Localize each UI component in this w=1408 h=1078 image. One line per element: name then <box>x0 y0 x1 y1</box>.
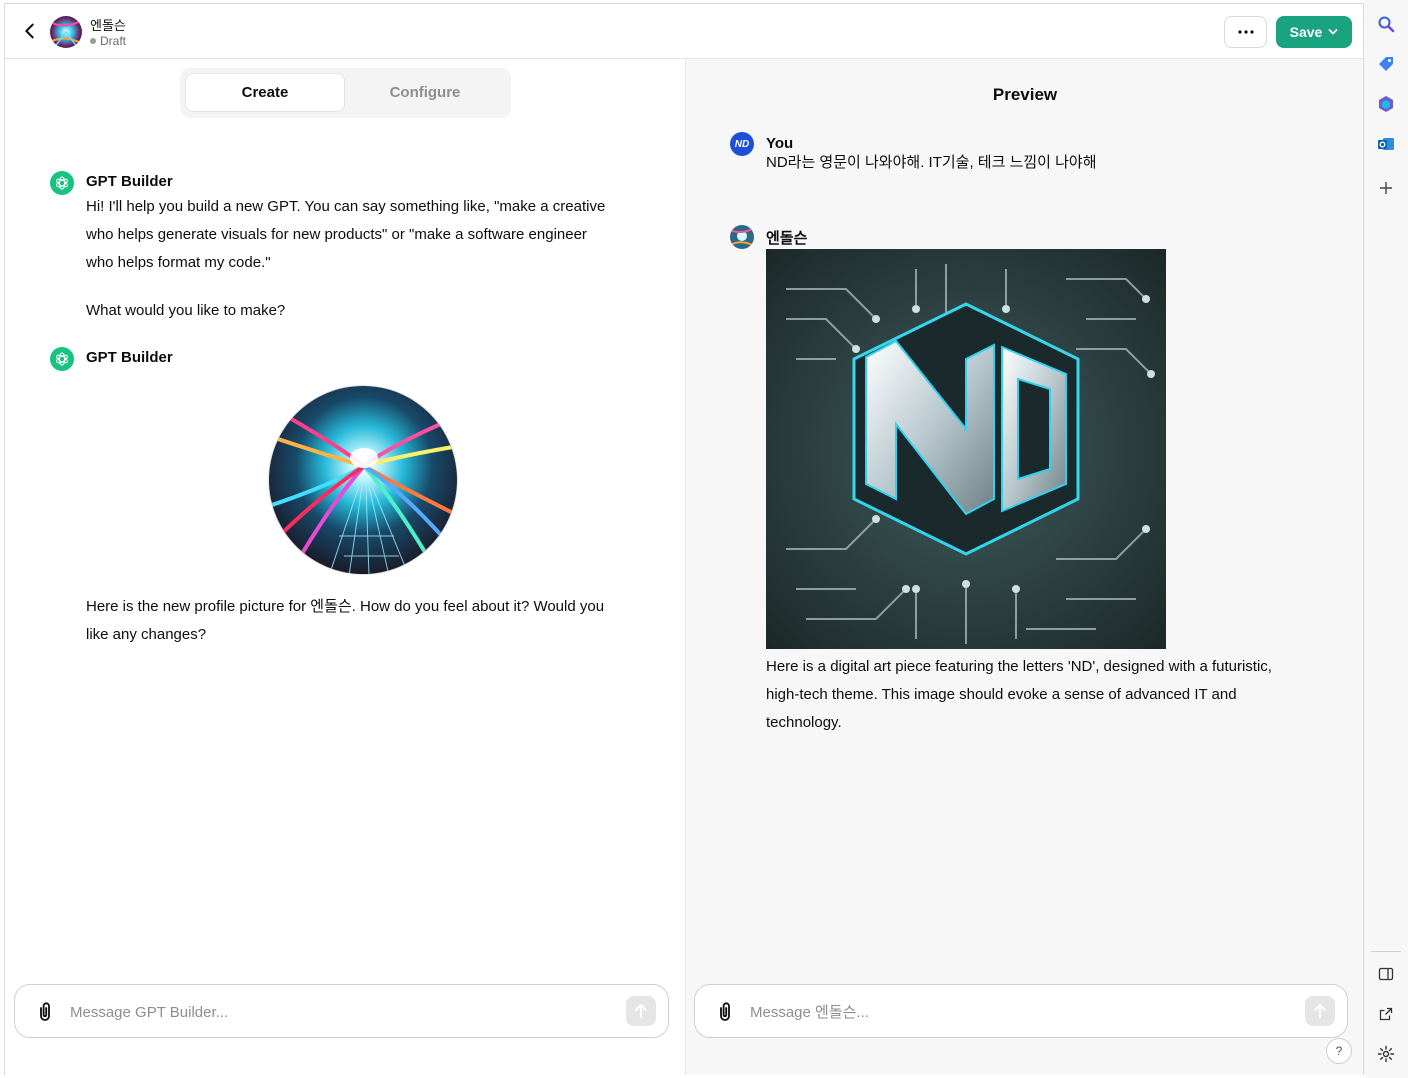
rail-sidebar-button[interactable] <box>1374 962 1398 986</box>
arrow-up-icon <box>635 1004 647 1018</box>
save-label: Save <box>1289 24 1323 40</box>
preview-title: Preview <box>992 85 1058 104</box>
settings-icon <box>1377 1045 1395 1063</box>
paperclip-icon <box>720 1002 730 1021</box>
message-line: Hi! I'll help you build a new GPT. You c… <box>86 198 606 215</box>
user-avatar: ND <box>730 132 754 156</box>
send-button[interactable] <box>1305 996 1335 1026</box>
arrow-up-icon <box>1314 1004 1326 1018</box>
rail-outlook-button[interactable] <box>1374 132 1398 156</box>
user-message-text: ND라는 영문이 나와야해. IT기술, 테크 느낌이 나야해 <box>766 154 1097 171</box>
more-options-button[interactable] <box>1224 16 1267 48</box>
gpt-author: 엔돌슨 <box>766 230 808 247</box>
message-author: GPT Builder <box>86 349 173 366</box>
ellipsis-icon <box>1237 30 1254 34</box>
gpt-avatar <box>730 225 754 249</box>
message-author: GPT Builder <box>86 173 173 190</box>
save-button[interactable]: Save <box>1276 16 1352 48</box>
add-icon <box>1380 182 1392 194</box>
message-line: who helps format my code." <box>86 254 271 271</box>
rail-shopping-button[interactable] <box>1374 52 1398 76</box>
gpt-message-line: technology. <box>766 714 842 731</box>
generated-nd-artwork[interactable] <box>766 249 1166 649</box>
rail-search-button[interactable] <box>1374 12 1398 36</box>
external-link-icon <box>1379 1007 1393 1021</box>
rail-copilot-button[interactable] <box>1374 92 1398 116</box>
rail-settings-button[interactable] <box>1374 1042 1398 1066</box>
browser-side-rail <box>1364 0 1408 1078</box>
mode-tabs: Create Configure <box>180 68 511 118</box>
openai-logo-icon <box>56 352 68 366</box>
outlook-icon <box>1378 138 1394 150</box>
status-label: Draft <box>100 34 127 48</box>
chevron-down-icon <box>1328 29 1338 35</box>
attach-button[interactable] <box>35 1001 55 1023</box>
rail-popout-button[interactable] <box>1374 1002 1398 1026</box>
message-line: Here is the new profile picture for 엔돌슨.… <box>86 598 605 615</box>
message-line: What would you like to make? <box>86 302 286 319</box>
send-button[interactable] <box>626 996 656 1026</box>
chevron-left-icon <box>25 23 34 39</box>
builder-panel: Create Configure GPT Builder Hi! I'll he… <box>5 59 685 1075</box>
status-dot-icon <box>90 38 96 44</box>
openai-logo-icon <box>56 176 68 190</box>
rail-add-button[interactable] <box>1374 176 1398 200</box>
copilot-icon <box>1379 96 1393 112</box>
builder-message-input[interactable] <box>70 997 610 1027</box>
generated-profile-picture <box>268 385 458 575</box>
gpt-message-line: high-tech theme. This image should evoke… <box>766 686 1237 703</box>
message-line: who helps generate visuals for new produ… <box>86 226 587 243</box>
tag-icon <box>1379 57 1393 71</box>
gpt-builder-avatar <box>50 347 74 371</box>
paperclip-icon <box>40 1002 50 1021</box>
gpt-builder-avatar <box>50 171 74 195</box>
preview-message-input[interactable] <box>750 997 1290 1027</box>
top-bar: 엔돌슨 Draft Save <box>5 4 1363 59</box>
preview-composer <box>694 984 1348 1038</box>
draft-status: Draft <box>90 34 126 48</box>
gpt-avatar[interactable] <box>50 16 82 48</box>
help-button[interactable]: ? <box>1326 1038 1352 1064</box>
gpt-message-line: Here is a digital art piece featuring th… <box>766 658 1272 675</box>
tab-configure[interactable]: Configure <box>345 73 505 112</box>
search-icon <box>1378 16 1395 33</box>
attach-button[interactable] <box>715 1001 735 1023</box>
builder-composer <box>14 984 669 1038</box>
tab-create[interactable]: Create <box>185 73 345 112</box>
back-button[interactable] <box>19 20 41 42</box>
sidebar-icon <box>1378 967 1394 981</box>
preview-panel: Preview ND You ND라는 영문이 나와야해. IT기술, 테크 느… <box>685 59 1363 1075</box>
gpt-name: 엔돌슨 <box>90 18 126 33</box>
rail-divider <box>1371 951 1401 952</box>
app-window: 엔돌슨 Draft Save Create Configure GPT Buil… <box>4 3 1364 1075</box>
message-line: like any changes? <box>86 626 207 643</box>
